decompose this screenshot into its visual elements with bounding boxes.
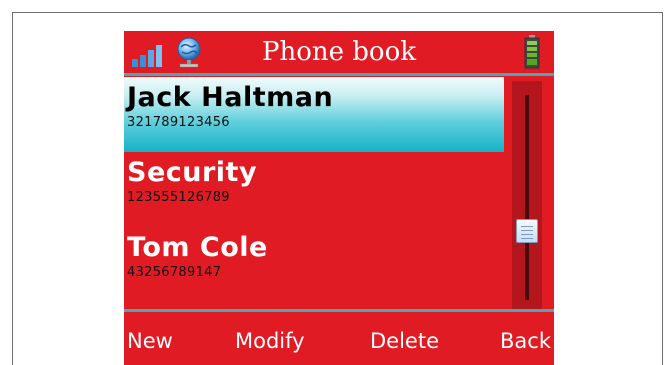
contact-name: Jack Haltman (127, 82, 334, 113)
header-divider (124, 73, 554, 76)
contact-name: Tom Cole (127, 232, 268, 263)
delete-button[interactable]: Delete (370, 326, 439, 356)
contact-number: 43256789147 (127, 265, 222, 280)
new-button[interactable]: New (127, 326, 173, 356)
contact-number: 123555126789 (127, 190, 230, 205)
contact-list[interactable]: Jack Haltman 321789123456 Security 12355… (124, 77, 504, 302)
contact-list-item[interactable]: Jack Haltman 321789123456 (124, 77, 504, 152)
battery-icon (524, 35, 540, 69)
contact-name: Security (127, 157, 258, 188)
softkey-bar: New Modify Delete Back (124, 312, 554, 365)
contact-list-item[interactable]: Security 123555126789 (124, 152, 504, 227)
scrollbar-thumb[interactable] (516, 219, 538, 243)
phone-screen: Phone book Jack Haltman 321789123456 Sec… (124, 31, 554, 365)
modify-button[interactable]: Modify (235, 326, 305, 356)
contact-list-item[interactable]: Tom Cole 43256789147 (124, 227, 504, 302)
back-button[interactable]: Back (500, 326, 551, 356)
scrollbar-rail (525, 95, 529, 300)
status-bar: Phone book (124, 31, 554, 73)
screen-title: Phone book (262, 37, 416, 67)
contact-number: 321789123456 (127, 115, 230, 130)
scrollbar[interactable] (512, 81, 542, 309)
